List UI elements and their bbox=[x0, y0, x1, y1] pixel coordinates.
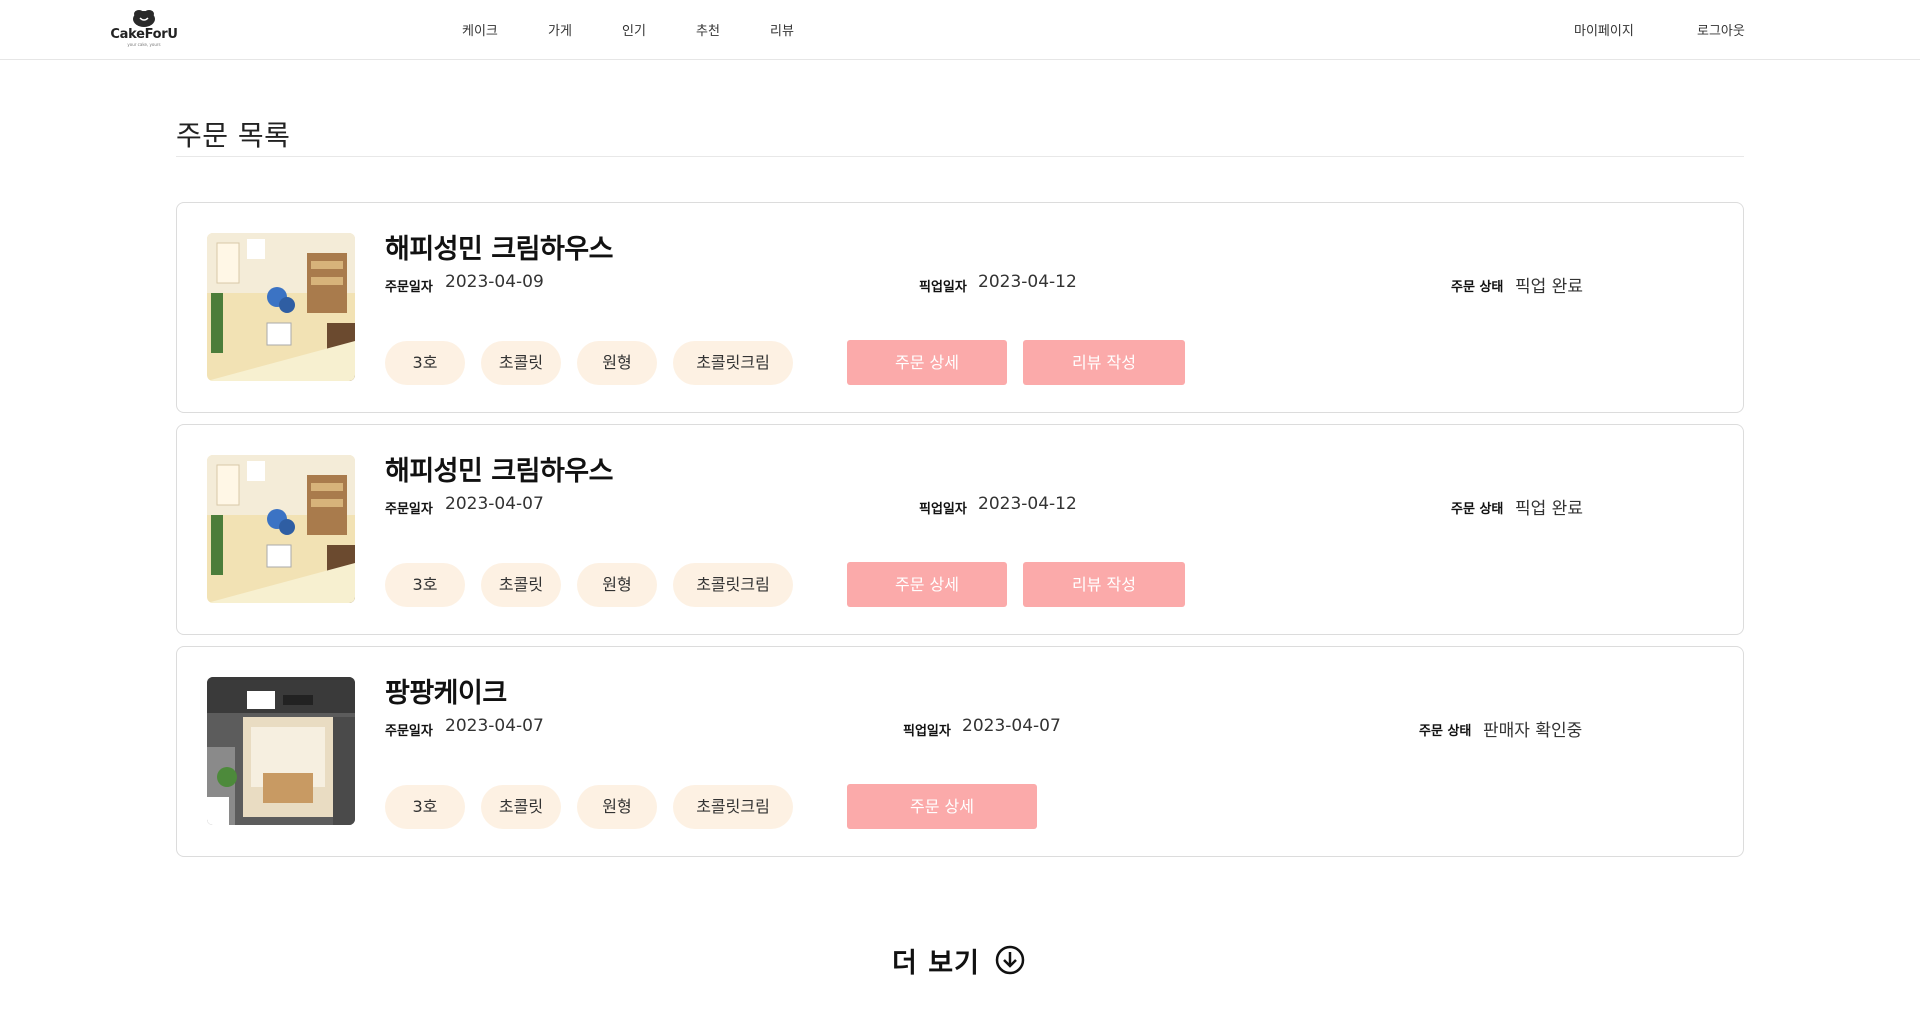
order-status-value: 픽업 완료 bbox=[1515, 277, 1583, 297]
arrow-down-circle-icon bbox=[995, 945, 1025, 975]
storefront-photo-icon bbox=[207, 677, 355, 825]
mypage-link[interactable]: 마이페이지 bbox=[1574, 20, 1634, 39]
pickup-date-label: 픽업일자 bbox=[903, 724, 951, 739]
order-date-label: 주문일자 bbox=[385, 724, 433, 739]
logo[interactable]: CakeForU your cake, yours bbox=[108, 8, 180, 50]
store-name[interactable]: 해피성민 크림하우스 bbox=[385, 227, 613, 266]
order-detail-button[interactable]: 주문 상세 bbox=[847, 784, 1037, 829]
pickup-date-label: 픽업일자 bbox=[919, 502, 967, 517]
order-date-label: 주문일자 bbox=[385, 502, 433, 517]
option-chip-flavor: 초콜릿 bbox=[481, 785, 561, 829]
option-chip-size: 3호 bbox=[385, 563, 465, 607]
nav-item-review[interactable]: 리뷰 bbox=[770, 20, 794, 39]
pickup-date-value: 2023-04-12 bbox=[978, 272, 1077, 292]
option-chip-size: 3호 bbox=[385, 341, 465, 385]
order-status-label: 주문 상태 bbox=[1451, 502, 1504, 517]
load-more-label: 더 보기 bbox=[892, 947, 980, 979]
store-thumbnail[interactable] bbox=[207, 677, 355, 825]
store-name[interactable]: 팡팡케이크 bbox=[385, 671, 507, 710]
pickup-date-value: 2023-04-12 bbox=[978, 494, 1077, 514]
order-date-value: 2023-04-09 bbox=[445, 272, 544, 292]
cake-logo-icon bbox=[133, 10, 155, 27]
order-status-label: 주문 상태 bbox=[1419, 724, 1472, 739]
logo-subtext: your cake, yours bbox=[127, 42, 161, 47]
order-card: 팡팡케이크 주문일자 2023-04-07 픽업일자 2023-04-07 주문… bbox=[176, 646, 1744, 857]
load-more-button[interactable]: 더 보기 bbox=[892, 940, 1026, 980]
order-detail-button[interactable]: 주문 상세 bbox=[847, 340, 1007, 385]
store-thumbnail[interactable] bbox=[207, 455, 355, 603]
order-date-value: 2023-04-07 bbox=[445, 494, 544, 514]
top-navigation-bar: CakeForU your cake, yours 케이크 가게 인기 추천 리… bbox=[0, 0, 1920, 60]
title-divider bbox=[176, 156, 1744, 157]
store-interior-photo-icon bbox=[207, 233, 355, 381]
option-chip-shape: 원형 bbox=[577, 785, 657, 829]
store-thumbnail[interactable] bbox=[207, 233, 355, 381]
nav-item-popular[interactable]: 인기 bbox=[622, 20, 646, 39]
option-chip-size: 3호 bbox=[385, 785, 465, 829]
order-status-value: 픽업 완료 bbox=[1515, 499, 1583, 519]
page-title: 주문 목록 bbox=[176, 119, 291, 152]
write-review-button[interactable]: 리뷰 작성 bbox=[1023, 340, 1185, 385]
order-detail-button[interactable]: 주문 상세 bbox=[847, 562, 1007, 607]
option-chip-shape: 원형 bbox=[577, 563, 657, 607]
option-chip-cream: 초콜릿크림 bbox=[673, 341, 793, 385]
logout-link[interactable]: 로그아웃 bbox=[1697, 20, 1745, 39]
order-status-label: 주문 상태 bbox=[1451, 280, 1504, 295]
write-review-button[interactable]: 리뷰 작성 bbox=[1023, 562, 1185, 607]
order-date-label: 주문일자 bbox=[385, 280, 433, 295]
option-chip-cream: 초콜릿크림 bbox=[673, 785, 793, 829]
order-status-value: 판매자 확인중 bbox=[1483, 721, 1583, 741]
nav-item-store[interactable]: 가게 bbox=[548, 20, 572, 39]
logo-text: CakeForU bbox=[110, 27, 178, 42]
store-interior-photo-icon bbox=[207, 455, 355, 603]
pickup-date-label: 픽업일자 bbox=[919, 280, 967, 295]
option-chip-shape: 원형 bbox=[577, 341, 657, 385]
order-card: 해피성민 크림하우스 주문일자 2023-04-07 픽업일자 2023-04-… bbox=[176, 424, 1744, 635]
nav-item-recommend[interactable]: 추천 bbox=[696, 20, 720, 39]
pickup-date-value: 2023-04-07 bbox=[962, 716, 1061, 736]
option-chip-flavor: 초콜릿 bbox=[481, 563, 561, 607]
order-card: 해피성민 크림하우스 주문일자 2023-04-09 픽업일자 2023-04-… bbox=[176, 202, 1744, 413]
store-name[interactable]: 해피성민 크림하우스 bbox=[385, 449, 613, 488]
option-chip-flavor: 초콜릿 bbox=[481, 341, 561, 385]
option-chip-cream: 초콜릿크림 bbox=[673, 563, 793, 607]
order-date-value: 2023-04-07 bbox=[445, 716, 544, 736]
nav-item-cake[interactable]: 케이크 bbox=[462, 20, 498, 39]
